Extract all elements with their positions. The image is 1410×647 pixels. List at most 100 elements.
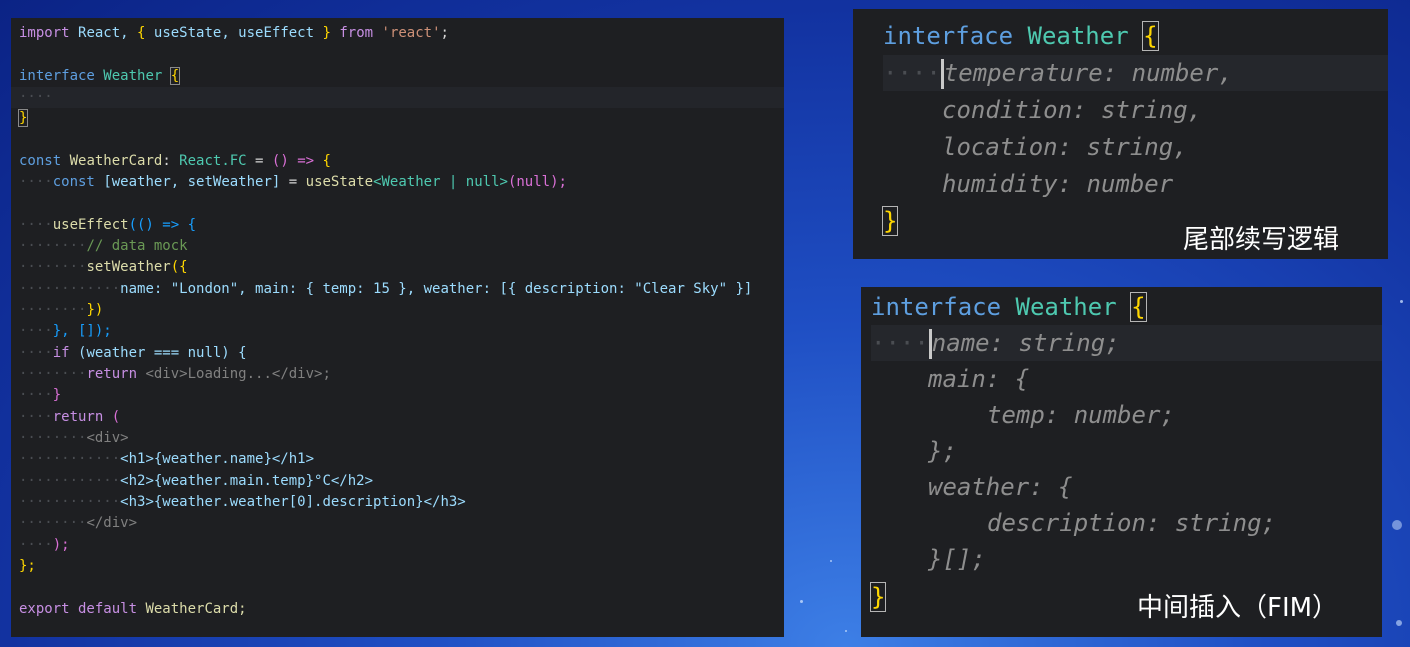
code-line: }; [19, 556, 36, 577]
code-editor[interactable]: import React, { useState, useEffect } fr… [11, 18, 784, 637]
code-token: }; [19, 558, 36, 574]
code-token: React.FC [179, 153, 247, 169]
code-token: interface [883, 22, 1014, 50]
code-token: interface [871, 293, 1002, 321]
background-sparkle [830, 560, 832, 562]
code-token: <div>Loading...</div>; [145, 366, 331, 382]
code-line: ············name: "London", main: { temp… [19, 279, 752, 300]
code-whitespace: ···· [19, 409, 53, 425]
code-whitespace: ········ [19, 259, 87, 275]
code-line: interface Weather { [883, 18, 1159, 54]
code-whitespace: ············ [19, 473, 121, 489]
code-token: <h1>{weather.name}</h1> [120, 451, 315, 467]
code-line-current[interactable]: ···· temperature: number, [883, 55, 1388, 91]
code-token: } [881, 206, 899, 236]
code-token: { [169, 67, 181, 85]
code-line: ····return ( [19, 407, 120, 428]
ghost-suggestion: }[]; [928, 545, 986, 573]
background-sparkle [1396, 620, 1402, 626]
code-token: } [869, 582, 887, 612]
code-whitespace: ···· [883, 59, 941, 87]
code-whitespace: ···· [19, 217, 53, 233]
code-whitespace: ········ [19, 515, 87, 531]
code-token: = [288, 174, 298, 190]
code-token: const [52, 174, 95, 190]
ghost-suggestion: weather: { [928, 473, 1073, 501]
code-line: ········return <div>Loading...</div>; [19, 364, 331, 385]
code-token: </div> [86, 515, 138, 531]
code-token: (null); [507, 174, 567, 190]
code-whitespace: ···· [19, 89, 53, 105]
code-token: <div> [86, 430, 129, 446]
code-whitespace: ········ [19, 430, 87, 446]
code-line: ····}, []); [19, 321, 112, 342]
code-line: ········}) [19, 300, 103, 321]
ghost-suggestion: location: string, [942, 133, 1188, 161]
background-sparkle [1392, 520, 1402, 530]
code-token: interface [19, 68, 95, 84]
code-token: } [52, 387, 62, 403]
code-line: ····} [19, 385, 61, 406]
code-line: const WeatherCard: React.FC = () => { [19, 153, 331, 169]
panel-caption: 尾部续写逻辑 [1183, 225, 1340, 255]
code-token: ); [52, 537, 70, 553]
code-line: ····); [19, 535, 70, 556]
code-token: React, [78, 25, 129, 41]
ghost-suggestion: temperature: number, [943, 59, 1233, 87]
code-token: WeatherCard; [145, 601, 247, 617]
ghost-suggestion: name: string; [931, 329, 1120, 357]
code-token: = [255, 153, 264, 169]
code-token: }, []); [52, 323, 112, 339]
code-token: () => [271, 153, 315, 169]
code-line: ········<div> [19, 428, 129, 449]
code-token: import [19, 25, 70, 41]
code-line: } [869, 579, 887, 615]
code-line: interface Weather { [871, 289, 1147, 325]
ghost-suggestion: main: { [928, 365, 1030, 393]
code-token: { [322, 153, 331, 169]
code-token: Weather [1015, 293, 1117, 321]
code-whitespace: ············ [19, 281, 121, 297]
background-sparkle [800, 600, 803, 603]
code-token: } [322, 25, 331, 41]
code-line: ············<h1>{weather.name}</h1> [19, 449, 314, 470]
code-token: ({ [170, 259, 188, 275]
code-token: const [19, 153, 62, 169]
code-line: ····useEffect(() => { [19, 215, 196, 236]
code-whitespace: ···· [19, 537, 53, 553]
code-whitespace: ···· [19, 345, 53, 361]
code-token: Weather [103, 68, 163, 84]
code-line: } [17, 108, 29, 129]
code-line: ············<h2>{weather.main.temp}°C</h… [19, 471, 373, 492]
code-whitespace: ···· [19, 174, 53, 190]
ghost-suggestion: temp: number; [987, 401, 1175, 429]
code-token: (weather === null) { [78, 345, 247, 361]
code-line: ····const [weather, setWeather] = useSta… [19, 172, 567, 193]
code-token: <h3>{weather.weather[0].description}</h3… [120, 494, 466, 510]
code-line: ····if (weather === null) { [19, 343, 247, 364]
code-token: { [1130, 292, 1147, 322]
ghost-suggestion: description: string; [987, 509, 1276, 537]
code-token: export default [19, 601, 138, 617]
code-token: <Weather | null> [373, 174, 508, 190]
code-token: <h2>{weather.main.temp}°C</h2> [120, 473, 374, 489]
ghost-suggestion: }; [928, 437, 957, 465]
code-token: return [52, 409, 104, 425]
code-line: import React, { useState, useEffect } fr… [19, 23, 449, 44]
code-whitespace: ···· [871, 329, 929, 357]
code-token: return [86, 366, 138, 382]
code-line: ············<h3>{weather.weather[0].desc… [19, 492, 466, 513]
code-line: ········// data mock [19, 236, 188, 257]
code-token: if [52, 345, 70, 361]
code-whitespace: ············ [19, 451, 121, 467]
ghost-suggestion: humidity: number [942, 170, 1174, 198]
code-whitespace: ············ [19, 494, 121, 510]
background-sparkle [1400, 300, 1403, 303]
code-token: { [1142, 21, 1159, 51]
code-token: useEffect [52, 217, 129, 233]
code-token: WeatherCard [69, 153, 163, 169]
code-line-current[interactable]: ···· name: string; [871, 325, 1382, 361]
code-token: ( [111, 409, 121, 425]
code-whitespace: ···· [19, 387, 53, 403]
code-line-current[interactable]: ···· [11, 87, 784, 108]
